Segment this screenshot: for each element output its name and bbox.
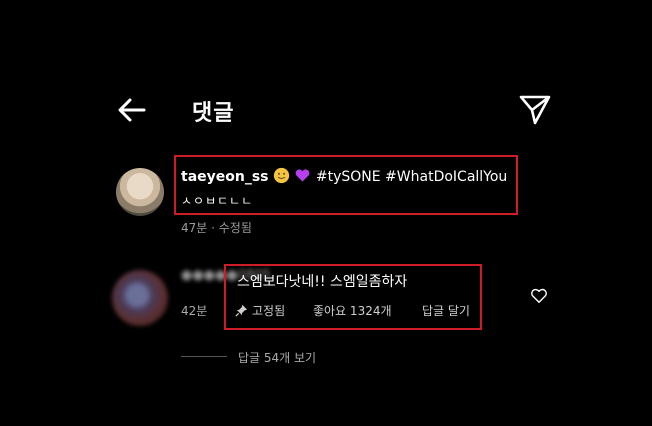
highlight-box-comment: [224, 264, 482, 330]
heart-icon[interactable]: [530, 288, 548, 304]
page-title: 댓글: [192, 101, 235, 126]
view-replies-link[interactable]: 답글 54개 보기: [238, 349, 316, 366]
caption-meta: 47분 · 수정됨: [181, 221, 252, 235]
highlight-box-caption: [174, 155, 518, 215]
avatar[interactable]: [116, 168, 164, 216]
divider: [181, 356, 227, 357]
back-arrow-icon[interactable]: [114, 92, 150, 128]
send-icon[interactable]: [516, 90, 554, 128]
avatar[interactable]: [112, 270, 168, 326]
comment-time: 42분: [181, 304, 208, 318]
